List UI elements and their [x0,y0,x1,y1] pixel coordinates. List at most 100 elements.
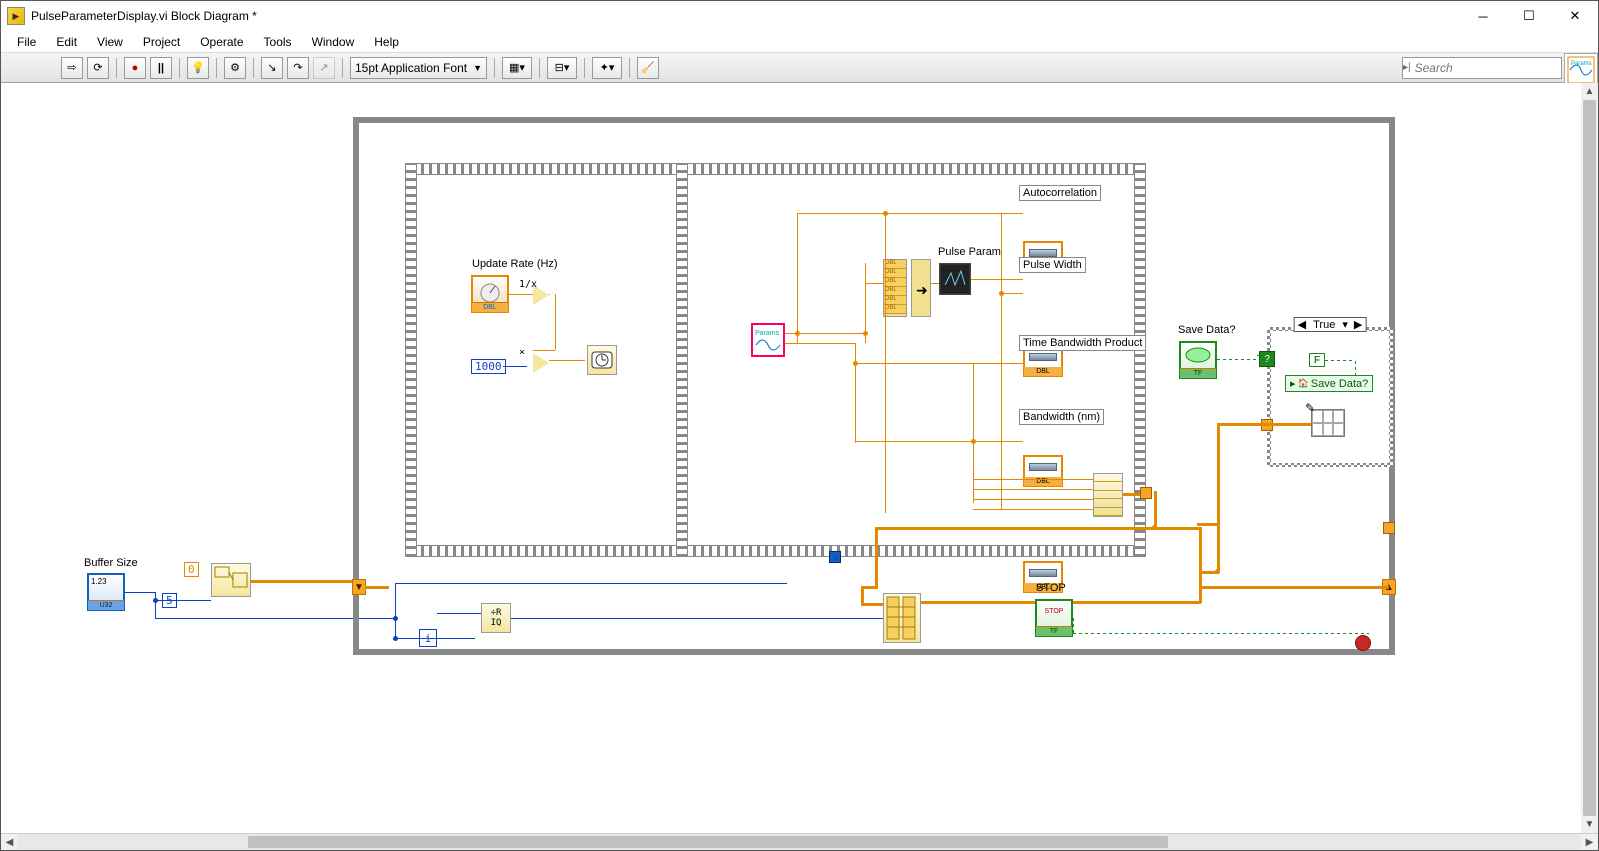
film-border [405,163,1146,175]
wire [973,479,1093,480]
font-selector[interactable]: 15pt Application Font ▼ [350,57,487,79]
const-zero[interactable]: 0 [184,562,199,577]
junction [883,211,888,216]
init-array-function[interactable] [211,563,251,597]
junction [1152,525,1157,530]
align-button[interactable]: ▦▾ [502,57,532,79]
build-array-function[interactable] [1093,473,1123,517]
wire [973,363,974,503]
case-next[interactable]: ▶ [1351,318,1365,331]
pause-button[interactable]: || [150,57,172,79]
wire [855,343,856,443]
step-over-button[interactable]: ↷ [287,57,309,79]
menu-edit[interactable]: Edit [46,33,87,51]
junction [1215,569,1220,574]
scroll-left-icon[interactable]: ◀ [1,834,18,850]
toolbar: ⇨ ⟳ ● || 💡 ⚙ ↘ ↷ ↗ 15pt Application Font… [1,53,1598,83]
search-input[interactable] [1411,61,1576,75]
highlight-exec-button[interactable]: 💡 [187,57,209,79]
reciprocal-function[interactable]: 1/x [533,285,549,305]
wire [1267,423,1311,426]
save-data-control[interactable]: TF [1179,341,1217,379]
menu-view[interactable]: View [87,33,133,51]
pulse-param-subvi[interactable] [939,263,971,295]
step-into-button[interactable]: ↘ [261,57,283,79]
scroll-down-icon[interactable]: ▼ [1581,816,1598,833]
wire [533,350,555,351]
wire [855,363,1023,364]
wire [971,279,1023,280]
wire [395,583,787,584]
run-continuous-button[interactable]: ⟳ [87,57,109,79]
update-rate-control[interactable]: DBL [471,275,509,313]
wire [1217,423,1267,426]
unbundle-function[interactable]: DBLDBLDBLDBLDBLDBL [883,259,907,317]
buffer-size-control[interactable]: 1.23 U32 [87,573,125,611]
stop-control[interactable]: STOP TF [1035,599,1073,637]
multiply-function[interactable]: × [533,353,549,373]
scroll-up-icon[interactable]: ▲ [1581,83,1598,100]
film-border [405,545,1146,557]
case-dropdown[interactable]: ▾ [1339,318,1351,331]
wire [251,580,356,583]
bandwidth-label: Bandwidth (nm) [1019,409,1104,425]
menu-operate[interactable]: Operate [190,33,253,51]
wire [365,586,389,589]
junction [999,291,1004,296]
seq-tunnel[interactable] [1140,487,1152,499]
vertical-scrollbar[interactable]: ▲ ▼ [1581,83,1598,833]
replace-array-function[interactable] [883,593,921,643]
const-1000[interactable]: 1000 [471,359,506,374]
close-button[interactable]: ✕ [1552,1,1598,31]
case-prev[interactable]: ◀ [1295,318,1309,331]
reorder-button[interactable]: ✦▾ [592,57,622,79]
wire [797,213,798,343]
false-constant[interactable]: F [1309,353,1325,367]
cleanup-button[interactable]: 🧹 [637,57,659,79]
svg-text:Params: Params [755,330,780,337]
minimize-button[interactable]: ─ [1460,1,1506,31]
write-file-function[interactable] [1311,409,1345,437]
case-selector[interactable]: ◀ True ▾ ▶ [1294,317,1367,332]
wire [973,509,1093,510]
horizontal-scrollbar[interactable]: ◀ ▶ [1,833,1598,850]
save-data-local-variable[interactable]: ▸ 🏠 Save Data? [1285,375,1373,392]
menu-file[interactable]: File [7,33,46,51]
menu-project[interactable]: Project [133,33,190,51]
pencil-icon: ✎ [1305,401,1315,415]
abort-button[interactable]: ● [124,57,146,79]
retain-wires-button[interactable]: ⚙ [224,57,246,79]
case-value: True [1309,319,1339,331]
tunnel[interactable] [1383,522,1395,534]
flat-sequence[interactable]: Update Rate (Hz) DBL 1/x 1000 × [403,161,1148,559]
vi-icon[interactable]: Params [1564,53,1598,87]
wire [1217,423,1220,573]
loop-condition-terminal[interactable] [1355,635,1371,651]
menu-help[interactable]: Help [364,33,409,51]
maximize-button[interactable]: ☐ [1506,1,1552,31]
junction [393,636,398,641]
scrollbar-thumb[interactable] [1583,100,1596,816]
menu-window[interactable]: Window [302,33,365,51]
menu-tools[interactable]: Tools [254,33,302,51]
chevron-down-icon: ▼ [473,63,482,73]
case-structure[interactable]: ◀ True ▾ ▶ ? F ▸ 🏠 Save Data? [1267,327,1393,467]
scroll-right-icon[interactable]: ▶ [1581,834,1598,850]
search-box[interactable]: ▸| 🔍 [1402,57,1562,79]
run-button[interactable]: ⇨ [61,57,83,79]
block-diagram-canvas[interactable]: Buffer Size 1.23 U32 0 5 ▼ ▲ [1,83,1598,833]
wire [359,618,395,619]
step-out-button[interactable]: ↗ [313,57,335,79]
case-selector-terminal[interactable]: ? [1259,351,1275,367]
quotient-remainder-function[interactable]: ÷R IQ [481,603,511,633]
while-loop[interactable]: ▼ ▲ i ÷R IQ [353,117,1395,655]
scrollbar-thumb[interactable] [248,836,1168,848]
distribute-button[interactable]: ⊟▾ [547,57,577,79]
shift-register-left[interactable]: ▼ [352,579,366,595]
time-bw-indicator[interactable]: DBL [1023,455,1063,487]
wire [395,583,396,638]
pulse-width-label: Pulse Width [1019,257,1086,273]
cluster-to-array[interactable]: ➜ [911,259,931,317]
params-subvi[interactable]: Params [751,323,785,357]
wait-ms-function[interactable] [587,345,617,375]
